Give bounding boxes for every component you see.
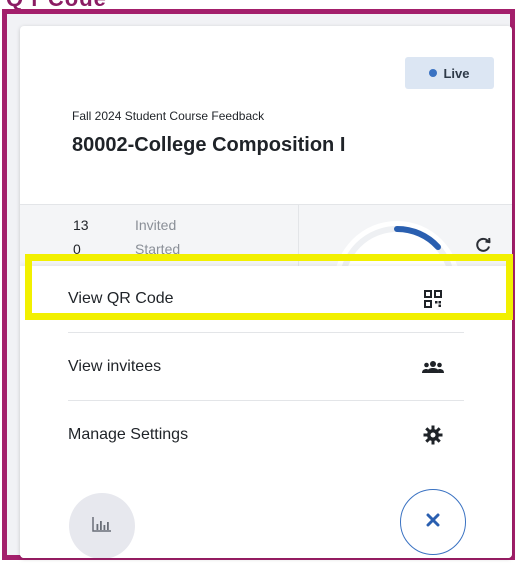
invited-label: Invited xyxy=(135,217,177,233)
survey-term-label: Fall 2024 Student Course Feedback xyxy=(72,109,265,123)
started-count: 0 xyxy=(73,241,81,257)
menu-item-view-invitees[interactable]: View invitees xyxy=(20,334,512,400)
menu-item-view-qr-code[interactable]: View QR Code xyxy=(20,266,512,332)
users-icon xyxy=(422,356,444,378)
live-dot-icon xyxy=(429,69,438,77)
survey-card: Live Fall 2024 Student Course Feedback 8… xyxy=(20,26,512,558)
status-label: Live xyxy=(443,65,470,81)
menu-divider xyxy=(68,400,464,401)
started-label: Started xyxy=(135,241,181,257)
refresh-icon[interactable] xyxy=(473,235,493,255)
bar-chart-icon xyxy=(92,516,112,537)
action-menu: View QR Code View invitees Manage Settin… xyxy=(20,266,512,476)
floating-actions xyxy=(20,476,512,558)
screenshot-frame: Live Fall 2024 Student Course Feedback 8… xyxy=(2,9,515,560)
close-menu-button[interactable] xyxy=(400,489,466,555)
close-icon xyxy=(426,513,440,532)
qr-code-icon xyxy=(422,288,444,310)
menu-divider xyxy=(68,332,464,333)
analytics-button[interactable] xyxy=(69,493,135,558)
menu-item-label: View invitees xyxy=(68,358,162,375)
top-edge-strip: Q r Code xyxy=(0,0,521,9)
invited-count: 13 xyxy=(73,217,89,233)
menu-item-manage-settings[interactable]: Manage Settings xyxy=(20,402,512,468)
gear-icon xyxy=(422,424,444,446)
course-title: 80002-College Composition I xyxy=(72,134,346,156)
status-badge: Live xyxy=(405,57,494,89)
menu-item-label: View QR Code xyxy=(68,290,174,307)
menu-item-label: Manage Settings xyxy=(68,426,189,443)
stats-divider xyxy=(298,205,299,275)
cropped-heading: Q r Code xyxy=(6,0,107,9)
